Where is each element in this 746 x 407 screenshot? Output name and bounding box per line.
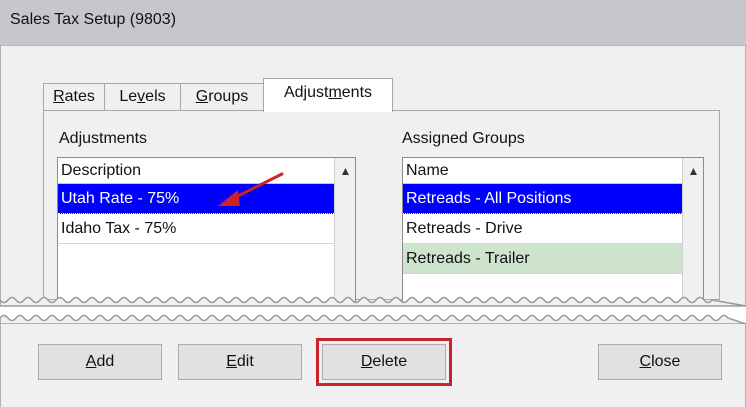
adjustments-scrollbar[interactable]: ▲	[334, 158, 355, 306]
tab-adjustments[interactable]: Adjustments	[263, 78, 393, 112]
list-item-idaho-tax[interactable]: Idaho Tax - 75%	[58, 214, 334, 244]
edit-button-accel: E	[226, 353, 237, 370]
list-item-retreads-drive[interactable]: Retreads - Drive	[403, 214, 682, 244]
window-title: Sales Tax Setup (9803)	[10, 11, 177, 28]
torn-edge-divider	[0, 296, 746, 324]
add-button-accel: A	[85, 353, 97, 370]
close-button[interactable]: Close	[598, 344, 722, 380]
tab-rates-label-post: ates	[64, 88, 95, 105]
tab-rates[interactable]: Rates	[43, 83, 105, 111]
edit-button[interactable]: Edit	[178, 344, 302, 380]
edit-button-label: dit	[236, 353, 254, 370]
scroll-up-arrow-icon[interactable]: ▲	[335, 158, 355, 184]
close-button-label: lose	[651, 353, 681, 370]
list-item-utah-rate[interactable]: Utah Rate - 75%	[58, 184, 334, 214]
tab-levels-label-post: els	[145, 88, 166, 105]
tab-groups[interactable]: Groups	[180, 83, 264, 111]
scroll-up-arrow-icon[interactable]: ▲	[683, 158, 703, 184]
list-item-retreads-trailer[interactable]: Retreads - Trailer	[403, 244, 682, 274]
tab-adjustments-label-post: ents	[341, 84, 373, 101]
assigned-groups-list[interactable]: Name Retreads - All Positions Retreads -…	[402, 157, 704, 307]
adjustments-group-label: Adjustments	[59, 130, 148, 147]
tab-levels-accel: v	[137, 88, 146, 105]
delete-highlight-box	[316, 338, 452, 386]
tab-adjustments-label-pre: Adjust	[283, 84, 329, 101]
tab-adjustments-accel: m	[328, 84, 342, 101]
window-border-left	[0, 45, 1, 407]
adjustments-list[interactable]: Description Utah Rate - 75% Idaho Tax - …	[57, 157, 356, 307]
close-button-accel: C	[639, 353, 652, 370]
assigned-groups-scrollbar[interactable]: ▲	[682, 158, 703, 306]
add-button[interactable]: Add	[38, 344, 162, 380]
list-item-retreads-all-positions[interactable]: Retreads - All Positions	[403, 184, 682, 214]
tab-groups-label-post: roups	[208, 88, 249, 105]
title-bar: Sales Tax Setup (9803)	[0, 0, 746, 46]
sales-tax-setup-window: Sales Tax Setup (9803) Rates Levels Grou…	[0, 0, 746, 407]
tab-groups-accel: G	[195, 88, 209, 105]
tab-levels-label-pre: Le	[119, 88, 138, 105]
description-column-header[interactable]: Description	[58, 158, 334, 184]
tab-rates-accel: R	[53, 88, 65, 105]
add-button-label: dd	[96, 353, 115, 370]
tab-levels[interactable]: Levels	[104, 83, 181, 111]
name-column-header[interactable]: Name	[403, 158, 682, 184]
assigned-groups-group-label: Assigned Groups	[402, 130, 525, 147]
annotation-arrow-icon	[218, 172, 284, 206]
